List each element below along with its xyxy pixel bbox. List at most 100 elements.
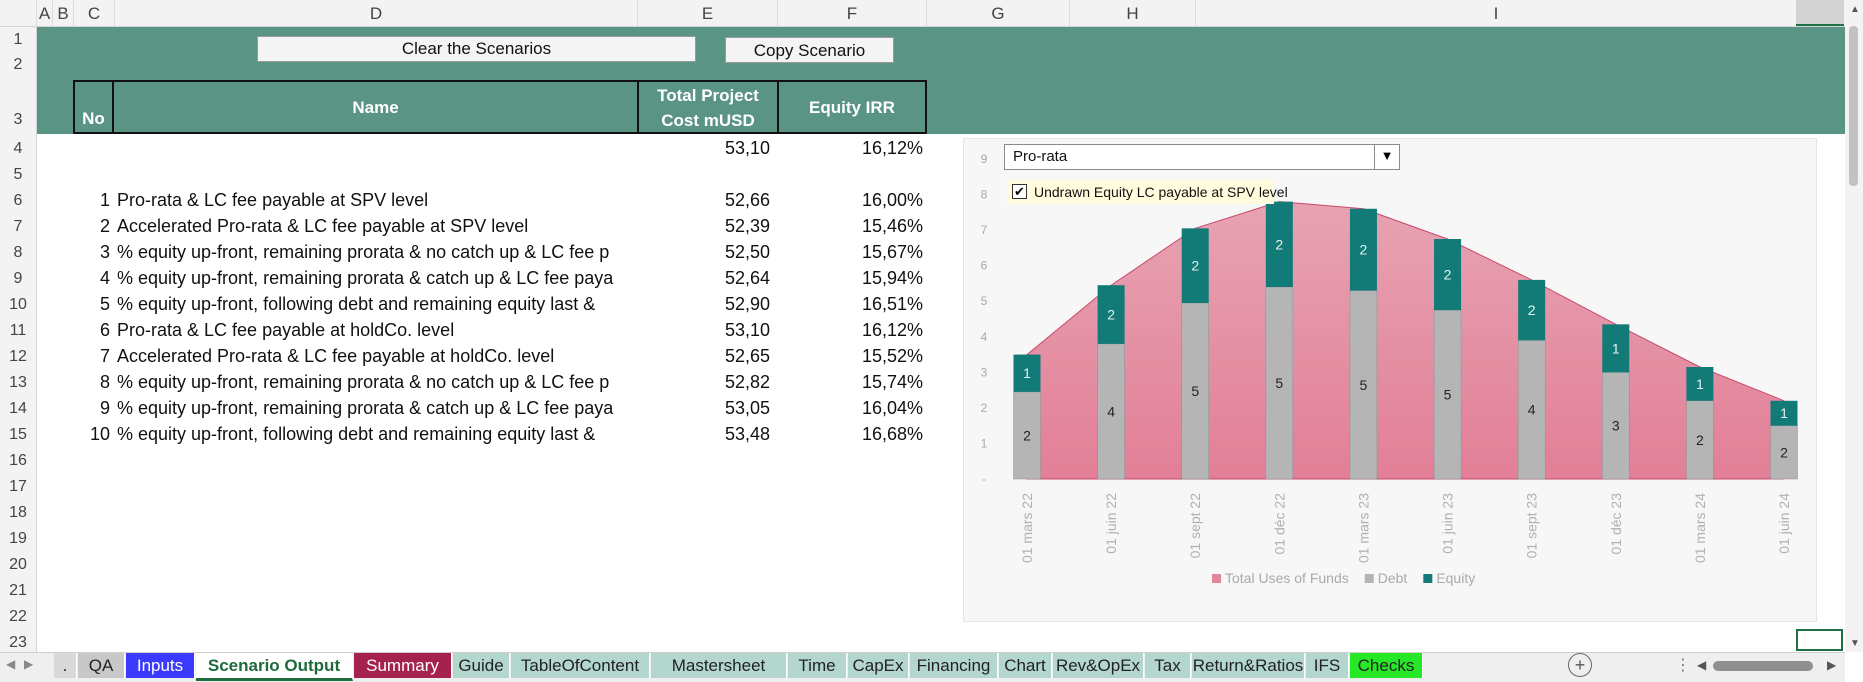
sheet-tab[interactable]: Financing: [910, 653, 998, 678]
sheet-tab[interactable]: Scenario Output: [196, 653, 353, 681]
sheet-tab[interactable]: Checks: [1350, 653, 1423, 678]
scroll-up-icon[interactable]: ▲: [1850, 4, 1860, 15]
selected-cell[interactable]: [1796, 629, 1843, 651]
scenario-irr[interactable]: 16,51%: [780, 294, 923, 315]
checkmark-icon[interactable]: ✔: [1012, 184, 1027, 199]
scenario-name[interactable]: % equity up-front, remaining prorata & n…: [117, 242, 637, 263]
column-header-i[interactable]: I: [1196, 0, 1797, 26]
scenario-irr[interactable]: 16,12%: [780, 320, 923, 341]
sheet-tab[interactable]: IFS: [1306, 653, 1349, 678]
sheet-tab[interactable]: CapEx: [848, 653, 909, 678]
scenario-name[interactable]: % equity up-front, remaining prorata & c…: [117, 268, 637, 289]
scenario-irr[interactable]: 15,74%: [780, 372, 923, 393]
scenario-name[interactable]: % equity up-front, following debt and re…: [117, 424, 637, 445]
scenario-no[interactable]: 5: [74, 294, 110, 315]
column-header-f[interactable]: F: [778, 0, 927, 26]
scenario-irr[interactable]: 16,00%: [780, 190, 923, 211]
row-header[interactable]: 21: [0, 579, 36, 602]
equity-lc-checkbox-control[interactable]: ✔ Undrawn Equity LC payable at SPV level: [1007, 180, 1288, 204]
horizontal-scroll-thumb[interactable]: [1713, 661, 1813, 671]
scenario-irr[interactable]: 15,52%: [780, 346, 923, 367]
scenario-no[interactable]: 9: [74, 398, 110, 419]
scenario-no[interactable]: 1: [74, 190, 110, 211]
clear-scenarios-button[interactable]: Clear the Scenarios: [257, 36, 696, 62]
column-header-c[interactable]: C: [74, 0, 115, 26]
chevron-down-icon[interactable]: ▼: [1374, 145, 1399, 169]
scenario-irr[interactable]: 15,46%: [780, 216, 923, 237]
scroll-down-icon[interactable]: ▼: [1850, 638, 1860, 649]
row-header[interactable]: 19: [0, 527, 36, 550]
sheet-tab[interactable]: Guide: [453, 653, 510, 678]
column-header-a[interactable]: A: [37, 0, 53, 26]
row-header[interactable]: 5: [0, 163, 36, 186]
row-header[interactable]: 12: [0, 345, 36, 368]
scenario-cost[interactable]: 52,90: [640, 294, 770, 315]
hscroll-right-icon[interactable]: ▶: [1827, 658, 1836, 672]
scenario-cost[interactable]: 53,05: [640, 398, 770, 419]
scenario-cost[interactable]: 52,66: [640, 190, 770, 211]
scenario-name[interactable]: % equity up-front, remaining prorata & c…: [117, 398, 637, 419]
sheet-tab[interactable]: Return&Ratios: [1192, 653, 1305, 678]
scenario-no[interactable]: 7: [74, 346, 110, 367]
scenario-dropdown[interactable]: Pro-rata ▼: [1004, 144, 1400, 170]
hscroll-left-icon[interactable]: ◀: [1697, 658, 1706, 672]
column-header-b[interactable]: B: [53, 0, 74, 26]
add-sheet-icon[interactable]: +: [1568, 653, 1592, 677]
select-all-corner[interactable]: [0, 0, 37, 26]
scenario-name[interactable]: Accelerated Pro-rata & LC fee payable at…: [117, 216, 637, 237]
scenario-cost[interactable]: 52,65: [640, 346, 770, 367]
row-header[interactable]: 2: [0, 53, 36, 76]
row-header[interactable]: 17: [0, 475, 36, 498]
scenario-cost[interactable]: 52,82: [640, 372, 770, 393]
scenario-cost[interactable]: 53,10: [640, 320, 770, 341]
tab-scroll-left-icon[interactable]: ◀: [6, 657, 15, 671]
scenario-name[interactable]: % equity up-front, following debt and re…: [117, 294, 637, 315]
row-header[interactable]: 7: [0, 215, 36, 238]
sheet-tab[interactable]: .: [54, 653, 77, 678]
row-header[interactable]: 22: [0, 605, 36, 628]
scenario-irr[interactable]: 16,68%: [780, 424, 923, 445]
column-header-h[interactable]: H: [1070, 0, 1196, 26]
scenario-name[interactable]: Pro-rata & LC fee payable at holdCo. lev…: [117, 320, 637, 341]
row-header[interactable]: 13: [0, 371, 36, 394]
scenario-cost[interactable]: 52,50: [640, 242, 770, 263]
sheet-tab[interactable]: Summary: [354, 653, 452, 678]
scenario-irr[interactable]: 16,04%: [780, 398, 923, 419]
scenario-no[interactable]: 2: [74, 216, 110, 237]
row-header[interactable]: 16: [0, 449, 36, 472]
scenario-no[interactable]: 4: [74, 268, 110, 289]
scenario-no[interactable]: 6: [74, 320, 110, 341]
sheet-tab[interactable]: Tax: [1145, 653, 1191, 678]
scenario-no[interactable]: 8: [74, 372, 110, 393]
row-header[interactable]: 15: [0, 423, 36, 446]
sheet-tab[interactable]: QA: [78, 653, 125, 678]
row-header[interactable]: 8: [0, 241, 36, 264]
copy-scenario-button[interactable]: Copy Scenario: [725, 37, 894, 63]
sheet-tab[interactable]: TableOfContent: [511, 653, 650, 678]
scenario-no[interactable]: 3: [74, 242, 110, 263]
scenario-name[interactable]: Accelerated Pro-rata & LC fee payable at…: [117, 346, 637, 367]
scenario-name[interactable]: Pro-rata & LC fee payable at SPV level: [117, 190, 637, 211]
sheet-tab[interactable]: Time: [788, 653, 847, 678]
row-header[interactable]: 3: [0, 108, 36, 131]
current-cost[interactable]: 53,10: [640, 138, 770, 159]
sheet-tab[interactable]: Rev&OpEx: [1053, 653, 1144, 678]
scenario-no[interactable]: 10: [74, 424, 110, 445]
scenario-name[interactable]: % equity up-front, remaining prorata & n…: [117, 372, 637, 393]
column-header-e[interactable]: E: [638, 0, 778, 26]
tab-scroll-right-icon[interactable]: ▶: [24, 657, 33, 671]
column-header-d[interactable]: D: [115, 0, 638, 26]
row-header[interactable]: 4: [0, 137, 36, 160]
vertical-scroll-thumb[interactable]: [1849, 26, 1858, 186]
more-options-icon[interactable]: ⋮: [1675, 655, 1691, 675]
scenario-cost[interactable]: 52,64: [640, 268, 770, 289]
chart-area[interactable]: - 1 2 3 4 5 6 7 8 9 2 1 01 mars 22 4 2 01 juin 22 5 2 01 s…: [963, 138, 1817, 622]
sheet-tab[interactable]: Inputs: [126, 653, 195, 678]
scenario-cost[interactable]: 53,48: [640, 424, 770, 445]
sheet-tab[interactable]: Mastersheet: [651, 653, 787, 678]
scenario-cost[interactable]: 52,39: [640, 216, 770, 237]
current-irr[interactable]: 16,12%: [780, 138, 923, 159]
row-header[interactable]: 11: [0, 319, 36, 342]
row-header[interactable]: 6: [0, 189, 36, 212]
row-header[interactable]: 23: [0, 631, 36, 654]
